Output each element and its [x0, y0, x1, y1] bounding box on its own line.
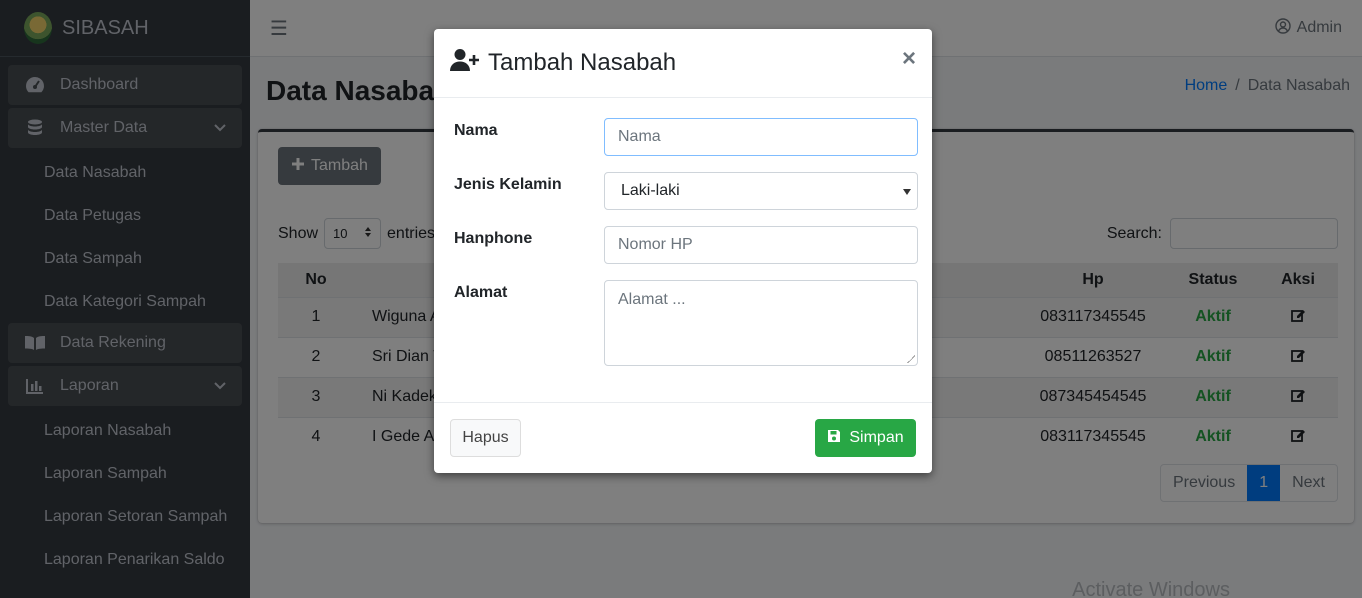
alamat-textarea[interactable]: Alamat ...: [604, 280, 918, 366]
save-button[interactable]: Simpan: [815, 419, 916, 457]
save-icon: [827, 429, 841, 448]
alamat-placeholder: Alamat ...: [618, 291, 686, 308]
close-icon[interactable]: ×: [902, 47, 916, 71]
modal-footer: Hapus Simpan: [434, 402, 932, 473]
form-row-jenis-kelamin: Jenis Kelamin Laki-laki: [454, 172, 918, 210]
nama-label: Nama: [454, 122, 498, 139]
form-row-nama: Nama Nama: [454, 118, 918, 156]
modal-title: Tambah Nasabah: [450, 48, 676, 79]
modal-title-text: Tambah Nasabah: [488, 49, 677, 76]
reset-button[interactable]: Hapus: [450, 419, 521, 457]
hanphone-input[interactable]: Nomor HP: [604, 226, 918, 264]
save-button-label: Simpan: [849, 429, 904, 446]
alamat-label: Alamat: [454, 284, 508, 301]
user-plus-icon: [450, 48, 480, 79]
resize-handle-icon[interactable]: [907, 355, 915, 363]
form-row-alamat: Alamat Alamat ...: [454, 280, 918, 366]
add-nasabah-modal: Tambah Nasabah × Nama Nama Jenis Kelamin…: [434, 29, 932, 473]
jenis-kelamin-value: Laki-laki: [621, 182, 680, 199]
modal-header: Tambah Nasabah ×: [434, 29, 932, 98]
form-row-hanphone: Hanphone Nomor HP: [454, 226, 918, 264]
nama-input[interactable]: Nama: [604, 118, 918, 156]
caret-down-icon: [903, 182, 911, 200]
jenis-kelamin-label: Jenis Kelamin: [454, 176, 562, 193]
hanphone-label: Hanphone: [454, 230, 533, 247]
jenis-kelamin-select[interactable]: Laki-laki: [604, 172, 918, 210]
